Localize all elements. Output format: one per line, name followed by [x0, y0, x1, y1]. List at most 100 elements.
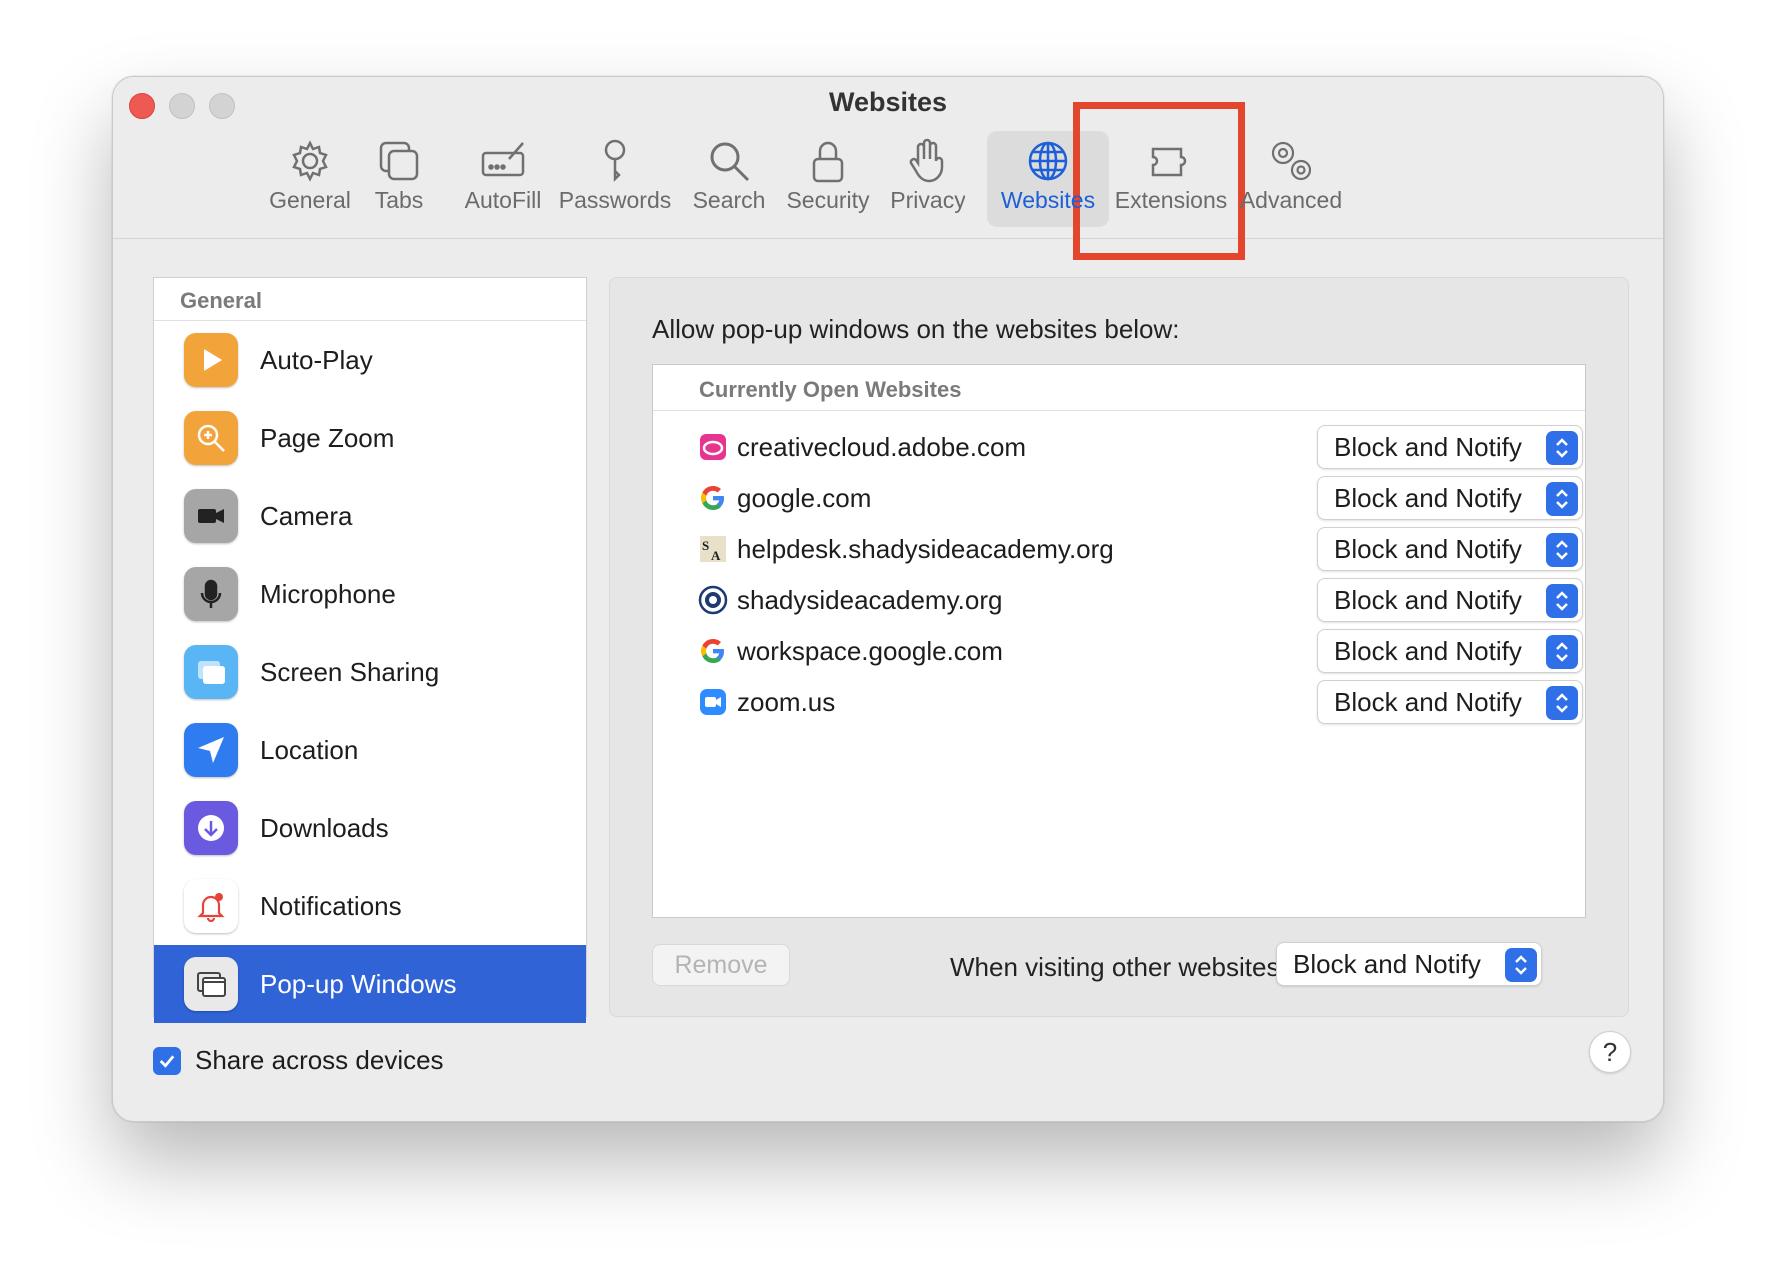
- site-setting-select[interactable]: Block and Notify: [1317, 425, 1583, 469]
- site-name: creativecloud.adobe.com: [737, 431, 1027, 462]
- sidebar-item-pop-up-windows[interactable]: Pop-up Windows: [154, 945, 586, 1023]
- tab-label: Websites: [1000, 187, 1096, 213]
- sidebar-item-label: Location: [260, 734, 359, 765]
- sidebar-item-camera[interactable]: Camera: [154, 477, 586, 555]
- tab-label: Passwords: [558, 187, 672, 213]
- share-across-devices[interactable]: Share across devices: [153, 1045, 444, 1076]
- sidebar-item-screen-sharing[interactable]: Screen Sharing: [154, 633, 586, 711]
- other-websites-select[interactable]: Block and Notify: [1276, 942, 1542, 986]
- site-setting-select[interactable]: Block and Notify: [1317, 527, 1583, 571]
- chevron-updown-icon: [1546, 533, 1578, 567]
- chevron-updown-icon: [1546, 686, 1578, 720]
- tab-label: Advanced: [1239, 187, 1343, 213]
- sidebar-item-label: Auto-Play: [260, 344, 373, 375]
- gear-icon: [292, 140, 328, 182]
- sidebar-item-label: Pop-up Windows: [260, 968, 457, 999]
- site-setting-select[interactable]: Block and Notify: [1317, 476, 1583, 520]
- sidebar-item-page-zoom[interactable]: Page Zoom: [154, 399, 586, 477]
- play-icon: [184, 333, 238, 387]
- tab-label: AutoFill: [464, 187, 542, 213]
- chevron-updown-icon: [1546, 431, 1578, 465]
- select-value: Block and Notify: [1334, 686, 1522, 717]
- tab-autofill[interactable]: AutoFill: [463, 131, 543, 227]
- globe-icon: [1028, 141, 1068, 181]
- list-item: workspace.google.com Block and Notify: [697, 629, 1583, 673]
- select-value: Block and Notify: [1334, 533, 1522, 564]
- lock-icon: [812, 141, 844, 183]
- other-websites-label: When visiting other websites:: [950, 952, 1287, 982]
- tab-label: Search: [692, 187, 766, 213]
- chevron-updown-icon: [1546, 482, 1578, 516]
- location-icon: [184, 723, 238, 777]
- window-title: Websites: [828, 87, 948, 117]
- select-value: Block and Notify: [1334, 635, 1522, 666]
- select-value: Block and Notify: [1334, 584, 1522, 615]
- sidebar-item-auto-play[interactable]: Auto-Play: [154, 321, 586, 399]
- sidebar-item-label: Downloads: [260, 812, 389, 843]
- camera-icon: [184, 489, 238, 543]
- chevron-updown-icon: [1546, 635, 1578, 669]
- chevron-updown-icon: [1546, 584, 1578, 618]
- select-value: Block and Notify: [1334, 482, 1522, 513]
- site-name: helpdesk.shadysideacademy.org: [737, 533, 1114, 564]
- google-icon: [697, 482, 729, 514]
- tabs-icon: [379, 141, 419, 181]
- google-icon: [697, 635, 729, 667]
- sidebar-item-location[interactable]: Location: [154, 711, 586, 789]
- tab-general[interactable]: General: [262, 131, 358, 227]
- sidebar-item-label: Microphone: [260, 578, 396, 609]
- site-name: google.com: [737, 482, 872, 513]
- select-value: Block and Notify: [1334, 431, 1522, 462]
- tab-security[interactable]: Security: [783, 131, 873, 227]
- share-checkbox[interactable]: [153, 1046, 181, 1075]
- sidebar-item-microphone[interactable]: Microphone: [154, 555, 586, 633]
- help-button[interactable]: ?: [1589, 1031, 1631, 1073]
- list-header: Currently Open Websites: [653, 365, 1585, 411]
- site-setting-select[interactable]: Block and Notify: [1317, 680, 1583, 724]
- select-value: Block and Notify: [1293, 948, 1481, 979]
- site-name: shadysideacademy.org: [737, 584, 1003, 615]
- sidebar-item-label: Page Zoom: [260, 422, 395, 453]
- site-setting-select[interactable]: Block and Notify: [1317, 629, 1583, 673]
- hand-icon: [909, 138, 944, 183]
- tab-advanced[interactable]: Advanced: [1239, 131, 1343, 227]
- sidebar-item-label: Screen Sharing: [260, 656, 440, 687]
- autofill-icon: [481, 142, 525, 177]
- sidebar-item-label: Camera: [260, 500, 353, 531]
- sa-icon: SA: [697, 533, 729, 565]
- websites-list: Currently Open Websites creativecloud.ad…: [652, 364, 1586, 918]
- screen-sharing-icon: [184, 645, 238, 699]
- popup-windows-icon: [184, 957, 238, 1011]
- sidebar: General Auto-Play Page Zoom Camera Micro…: [153, 277, 587, 1023]
- site-name: workspace.google.com: [737, 635, 1003, 666]
- list-item: zoom.us Block and Notify: [697, 680, 1583, 724]
- chevron-updown-icon: [1505, 948, 1537, 982]
- search-icon: [710, 142, 750, 182]
- sidebar-header: General: [154, 278, 586, 321]
- remove-button[interactable]: Remove: [652, 944, 790, 986]
- tab-label: Extensions: [1114, 187, 1228, 213]
- download-icon: [184, 801, 238, 855]
- zoom-video-icon: [697, 686, 729, 718]
- sidebar-item-notifications[interactable]: Notifications: [154, 867, 586, 945]
- tab-search[interactable]: Search: [689, 131, 769, 227]
- content-panel: Allow pop-up windows on the websites bel…: [609, 277, 1629, 1017]
- tab-label: Tabs: [374, 187, 424, 213]
- puzzle-icon: [1151, 147, 1187, 177]
- tab-label: Security: [786, 187, 870, 213]
- titlebar: Websites General Tabs AutoFill Passwords…: [113, 77, 1663, 239]
- tab-label: General: [269, 187, 351, 213]
- list-item: shadysideacademy.org Block and Notify: [697, 578, 1583, 622]
- tab-tabs[interactable]: Tabs: [369, 131, 429, 227]
- list-item: google.com Block and Notify: [697, 476, 1583, 520]
- bell-icon: [184, 879, 238, 933]
- site-setting-select[interactable]: Block and Notify: [1317, 578, 1583, 622]
- seal-icon: [697, 584, 729, 616]
- gears-icon: [1271, 141, 1312, 181]
- tab-passwords[interactable]: Passwords: [558, 131, 672, 227]
- sidebar-item-label: Notifications: [260, 890, 402, 921]
- list-item: creativecloud.adobe.com Block and Notify: [697, 425, 1583, 469]
- adobe-cc-icon: [697, 431, 729, 463]
- tab-privacy[interactable]: Privacy: [891, 131, 965, 227]
- sidebar-item-downloads[interactable]: Downloads: [154, 789, 586, 867]
